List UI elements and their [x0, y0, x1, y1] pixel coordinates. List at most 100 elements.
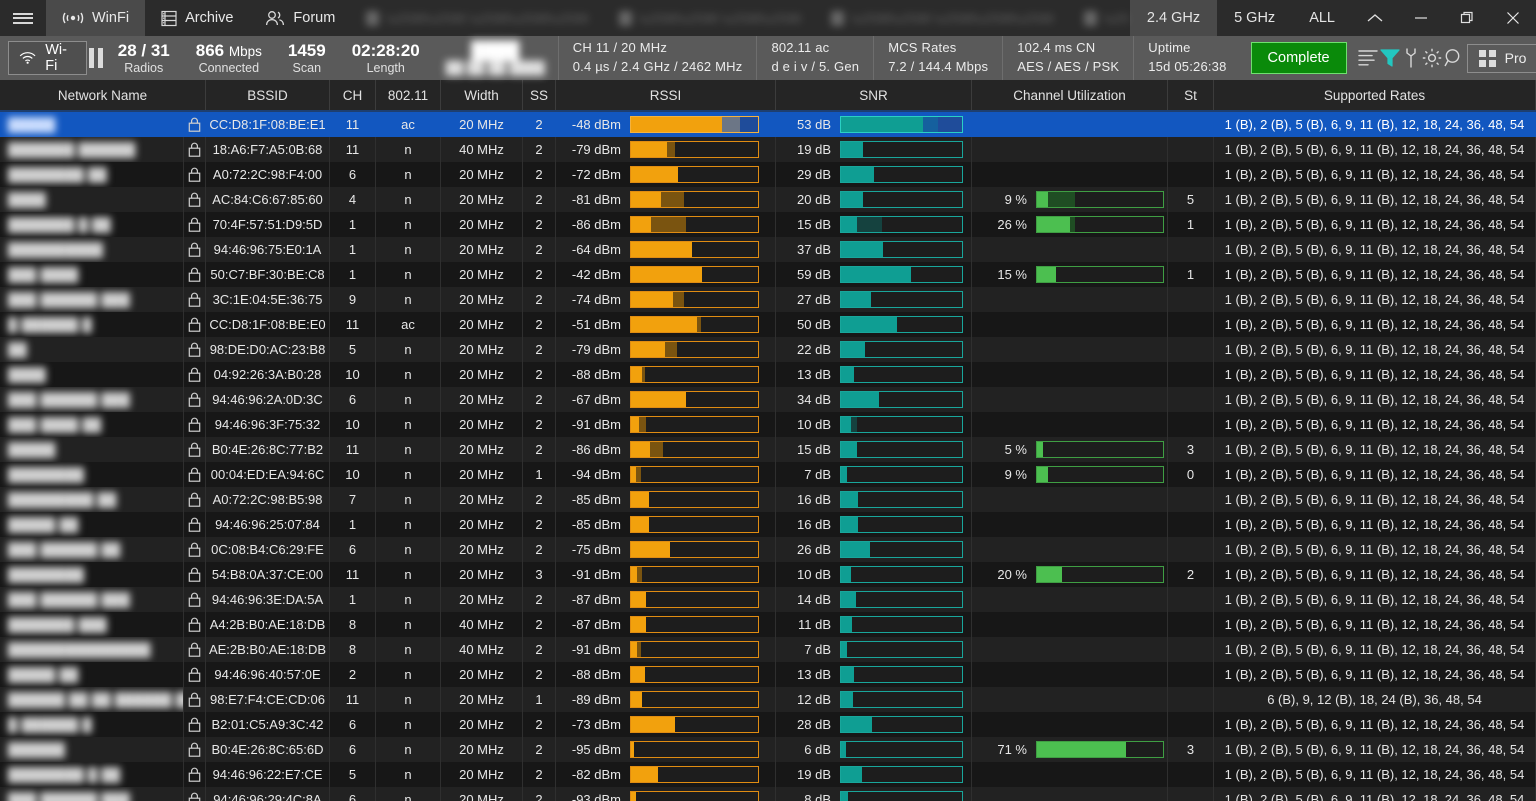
cell-stations[interactable] [1168, 487, 1214, 512]
cell-width[interactable]: 20 MHz [441, 462, 523, 487]
cell-channel[interactable]: 7 [330, 487, 376, 512]
cell-bssid[interactable]: 04:92:26:3A:B0:28 [206, 362, 330, 387]
cell-snr[interactable]: 11 dB [776, 612, 972, 637]
wrench-icon[interactable] [1401, 36, 1421, 80]
cell-channel-utilization[interactable] [972, 162, 1168, 187]
cell-rssi[interactable]: -86 dBm [556, 212, 776, 237]
cell-spatial-streams[interactable]: 2 [523, 712, 556, 737]
cell-network-name[interactable]: ██████ [0, 737, 184, 762]
cell-rssi[interactable]: -75 dBm [556, 537, 776, 562]
table-row[interactable]: █████ ██ 94:46:96:40:57:0E 2 n 20 MHz 2 -88 dB… [0, 662, 1536, 687]
cell-standard[interactable]: ac [376, 312, 441, 337]
cell-supported-rates[interactable]: 1 (B), 2 (B), 5 (B), 6, 9, 11 (B), 12, 1… [1214, 787, 1536, 801]
cell-width[interactable]: 40 MHz [441, 612, 523, 637]
cell-rssi[interactable]: -81 dBm [556, 187, 776, 212]
cell-standard[interactable]: n [376, 662, 441, 687]
cell-network-name[interactable]: ████████ [0, 462, 184, 487]
cell-channel[interactable]: 1 [330, 262, 376, 287]
cell-supported-rates[interactable]: 1 (B), 2 (B), 5 (B), 6, 9, 11 (B), 12, 1… [1214, 637, 1536, 662]
cell-rssi[interactable]: -91 dBm [556, 637, 776, 662]
cell-supported-rates[interactable]: 1 (B), 2 (B), 5 (B), 6, 9, 11 (B), 12, 1… [1214, 312, 1536, 337]
cell-channel[interactable]: 10 [330, 362, 376, 387]
close-icon[interactable] [1490, 0, 1536, 36]
cell-channel-utilization[interactable] [972, 237, 1168, 262]
minimize-icon[interactable] [1398, 0, 1444, 36]
table-row[interactable]: █████ CC:D8:1F:08:BE:E1 11 ac 20 MHz 2 -48 dBm… [0, 112, 1536, 137]
cell-spatial-streams[interactable]: 2 [523, 137, 556, 162]
cell-spatial-streams[interactable]: 1 [523, 462, 556, 487]
band-tab-all[interactable]: ALL [1292, 0, 1352, 36]
cell-supported-rates[interactable]: 1 (B), 2 (B), 5 (B), 6, 9, 11 (B), 12, 1… [1214, 587, 1536, 612]
cell-spatial-streams[interactable]: 2 [523, 637, 556, 662]
table-row[interactable]: ███ ████ ██ 94:46:96:3F:75:32 10 n 20 MHz 2 -9… [0, 412, 1536, 437]
cell-supported-rates[interactable]: 1 (B), 2 (B), 5 (B), 6, 9, 11 (B), 12, 1… [1214, 137, 1536, 162]
wifi-toggle-button[interactable]: Wi-Fi [8, 41, 87, 75]
cell-bssid[interactable]: 94:46:96:3F:75:32 [206, 412, 330, 437]
cell-network-name[interactable]: ███ ██████ ███ [0, 787, 184, 801]
cell-rssi[interactable]: -73 dBm [556, 712, 776, 737]
cell-standard[interactable]: n [376, 212, 441, 237]
table-row[interactable]: ███████ ███ A4:2B:B0:AE:18:DB 8 n 40 MHz 2 -87… [0, 612, 1536, 637]
cell-spatial-streams[interactable]: 2 [523, 362, 556, 387]
cell-standard[interactable]: n [376, 387, 441, 412]
table-row[interactable]: ███ ██████ ██ 0C:08:B4:C6:29:FE 6 n 20 MHz 2-… [0, 537, 1536, 562]
cell-stations[interactable] [1168, 637, 1214, 662]
column-header-width[interactable]: Width [441, 80, 523, 110]
cell-rssi[interactable]: -87 dBm [556, 587, 776, 612]
cell-snr[interactable]: 16 dB [776, 512, 972, 537]
table-row[interactable]: ████████ █ ██ 94:46:96:22:E7:CE 5 n 20 MHz 2-… [0, 762, 1536, 787]
table-row[interactable]: ████████ 54:B8:0A:37:CE:00 11 n 20 MHz 3 -91 d… [0, 562, 1536, 587]
band-tab-24ghz[interactable]: 2.4 GHz [1129, 0, 1218, 36]
cell-bssid[interactable]: 54:B8:0A:37:CE:00 [206, 562, 330, 587]
cell-width[interactable]: 20 MHz [441, 487, 523, 512]
cell-stations[interactable]: 1 [1168, 262, 1214, 287]
cell-stations[interactable]: 1 [1168, 212, 1214, 237]
cell-width[interactable]: 40 MHz [441, 637, 523, 662]
cell-width[interactable]: 20 MHz [441, 712, 523, 737]
cell-stations[interactable] [1168, 662, 1214, 687]
cell-snr[interactable]: 15 dB [776, 437, 972, 462]
cell-network-name[interactable]: ██████████ [0, 237, 184, 262]
cell-width[interactable]: 20 MHz [441, 387, 523, 412]
cell-channel[interactable]: 1 [330, 212, 376, 237]
cell-channel[interactable]: 4 [330, 187, 376, 212]
cell-bssid[interactable]: B0:4E:26:8C:77:B2 [206, 437, 330, 462]
cell-supported-rates[interactable]: 1 (B), 2 (B), 5 (B), 6, 9, 11 (B), 12, 1… [1214, 112, 1536, 137]
chevron-up-icon[interactable] [1352, 0, 1398, 36]
table-row[interactable]: ███████ █ ██ 70:4F:57:51:D9:5D 1 n 20 MHz 2 -8… [0, 212, 1536, 237]
table-row[interactable]: ████ 04:92:26:3A:B0:28 10 n 20 MHz 2 -88 dBm 13… [0, 362, 1536, 387]
cell-channel-utilization[interactable]: 9 % [972, 462, 1168, 487]
cell-width[interactable]: 20 MHz [441, 437, 523, 462]
cell-snr[interactable]: 7 dB [776, 462, 972, 487]
cell-supported-rates[interactable]: 1 (B), 2 (B), 5 (B), 6, 9, 11 (B), 12, 1… [1214, 362, 1536, 387]
cell-stations[interactable] [1168, 337, 1214, 362]
cell-width[interactable]: 20 MHz [441, 112, 523, 137]
cell-network-name[interactable]: ████ [0, 187, 184, 212]
cell-snr[interactable]: 20 dB [776, 187, 972, 212]
column-header-ss[interactable]: SS [523, 80, 556, 110]
cell-supported-rates[interactable]: 1 (B), 2 (B), 5 (B), 6, 9, 11 (B), 12, 1… [1214, 287, 1536, 312]
cell-width[interactable]: 20 MHz [441, 212, 523, 237]
cell-spatial-streams[interactable]: 2 [523, 737, 556, 762]
cell-channel[interactable]: 6 [330, 787, 376, 801]
cell-channel-utilization[interactable] [972, 387, 1168, 412]
cell-rssi[interactable]: -91 dBm [556, 412, 776, 437]
cell-spatial-streams[interactable]: 2 [523, 212, 556, 237]
cell-width[interactable]: 20 MHz [441, 337, 523, 362]
cell-width[interactable]: 20 MHz [441, 787, 523, 801]
cell-stations[interactable] [1168, 162, 1214, 187]
cell-supported-rates[interactable]: 6 (B), 9, 12 (B), 18, 24 (B), 36, 48, 54 [1214, 687, 1536, 712]
cell-rssi[interactable]: -72 dBm [556, 162, 776, 187]
cell-width[interactable]: 20 MHz [441, 662, 523, 687]
cell-standard[interactable]: n [376, 137, 441, 162]
cell-spatial-streams[interactable]: 2 [523, 387, 556, 412]
cell-width[interactable]: 20 MHz [441, 362, 523, 387]
cell-stations[interactable] [1168, 612, 1214, 637]
cell-supported-rates[interactable]: 1 (B), 2 (B), 5 (B), 6, 9, 11 (B), 12, 1… [1214, 662, 1536, 687]
cell-network-name[interactable]: ████████ ██ [0, 162, 184, 187]
cell-standard[interactable]: n [376, 437, 441, 462]
restore-icon[interactable] [1444, 0, 1490, 36]
cell-stations[interactable] [1168, 237, 1214, 262]
cell-channel[interactable]: 6 [330, 537, 376, 562]
column-header-snr[interactable]: SNR [776, 80, 972, 110]
